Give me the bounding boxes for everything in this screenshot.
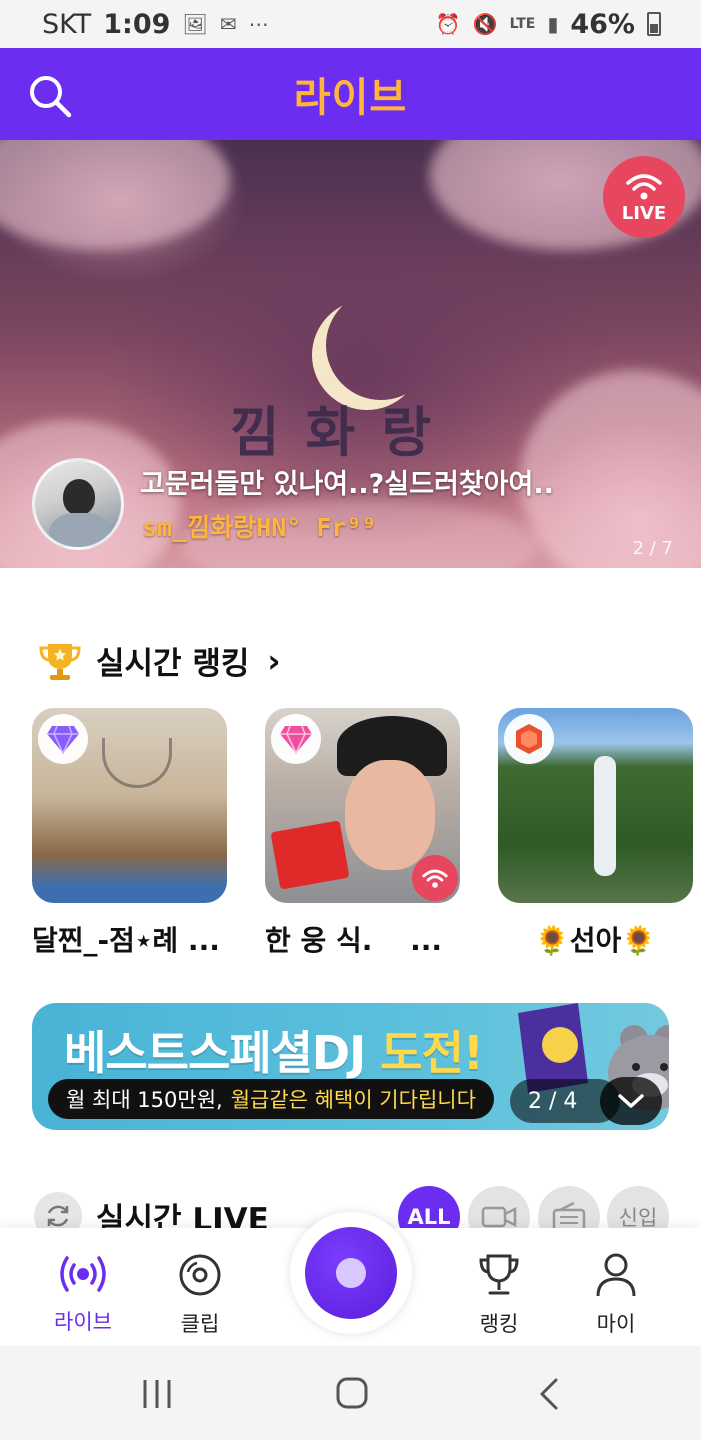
- status-bar-right: ⏰ 🔇 LTE ▮ 46%: [436, 9, 661, 40]
- gallery-notification-icon: 🖼: [182, 12, 208, 36]
- live-broadcast-icon: [60, 1256, 106, 1292]
- nav-clip-label: 클립: [180, 1312, 220, 1336]
- promo-subline-text: 월 최대 150만원,: [66, 1088, 223, 1112]
- page-title: 라이브: [293, 76, 408, 120]
- record-icon: [305, 1227, 397, 1319]
- mute-icon: 🔇: [472, 12, 498, 36]
- ranking-thumbnail: [265, 708, 460, 903]
- ranking-card[interactable]: 달찐_-점⋆례 ...: [32, 708, 227, 959]
- ranking-card[interactable]: 🌻선아🌻: [498, 708, 693, 959]
- nav-ranking-label: 랭킹: [479, 1312, 519, 1336]
- home-icon[interactable]: [332, 1376, 372, 1412]
- face-shape: [345, 760, 435, 870]
- ranking-thumbnail: [32, 708, 227, 903]
- trophy-icon: [479, 1254, 519, 1295]
- banner-page-indicator: 2 / 7: [632, 538, 673, 559]
- ranking-card[interactable]: 한 웅 식. ...: [265, 708, 460, 959]
- refresh-icon: [47, 1205, 69, 1227]
- live-signal-icon: [422, 869, 448, 888]
- nav-my-label: 마이: [596, 1312, 636, 1336]
- broadcast-title: 고문러들만 있나여..?실드러찾아여..: [140, 469, 554, 500]
- ranking-title: 실시간 랭킹: [96, 646, 250, 682]
- ranking-header[interactable]: 실시간 랭킹 ›: [38, 638, 281, 683]
- nav-clip[interactable]: 클립: [145, 1252, 255, 1338]
- promo-subline-highlight: 월급같은 혜택이 기다립니다: [230, 1088, 476, 1112]
- crescent-moon-image: [326, 290, 436, 400]
- record-dot: [336, 1258, 366, 1288]
- alarm-icon: ⏰: [435, 12, 461, 36]
- red-box-shape: [270, 820, 350, 890]
- battery-icon: [647, 12, 661, 36]
- bottom-navigation: 라이브 클립 랭킹 마이: [0, 1212, 701, 1346]
- featured-broadcast-banner[interactable]: 낌화랑 LIVE 고문러들만 있나여..?실드러찾아여.. sm_낌화랑HN° …: [0, 140, 701, 568]
- search-icon: [30, 76, 72, 118]
- start-broadcast-button[interactable]: [290, 1212, 412, 1334]
- camera-icon: [481, 1206, 517, 1228]
- chevron-right-icon: ›: [267, 641, 281, 680]
- app-header: 라이브: [0, 48, 701, 140]
- host-avatar[interactable]: [32, 458, 124, 550]
- red-gem-icon: [516, 724, 542, 754]
- live-label: LIVE: [621, 202, 667, 224]
- live-badge: LIVE: [603, 156, 685, 238]
- clock: 1:09: [103, 8, 171, 40]
- promo-subline: 월 최대 150만원, 월급같은 혜택이 기다립니다: [48, 1079, 494, 1119]
- pink-diamond-icon: [280, 725, 312, 754]
- promo-headline-text: 베스트스페셜DJ: [64, 1026, 366, 1080]
- status-bar: SKT 1:09 🖼 ✉ ⋯ ⏰ 🔇 LTE ▮ 46%: [0, 0, 701, 48]
- ranking-dj-name: 🌻선아🌻: [534, 924, 657, 957]
- trophy-icon: [39, 643, 81, 680]
- more-notifications-icon: ⋯: [248, 12, 269, 36]
- search-button[interactable]: [26, 72, 74, 120]
- rank-badge: [38, 714, 88, 764]
- ranking-dj-name: 한 웅 식. ...: [265, 924, 443, 957]
- cafe-decoration: [102, 738, 172, 788]
- promo-expand-button[interactable]: [600, 1077, 662, 1125]
- signal-icon: ▮: [547, 12, 559, 36]
- rank-badge: [504, 714, 554, 764]
- profile-icon: [596, 1253, 636, 1297]
- chevron-down-icon: [618, 1094, 644, 1108]
- back-icon[interactable]: [530, 1376, 570, 1412]
- network-type: LTE: [509, 16, 536, 32]
- promo-headline-highlight: 도전!: [380, 1026, 484, 1080]
- banner-artwork-text: 낌화랑: [230, 400, 458, 464]
- live-signal-icon: [626, 173, 662, 199]
- ranking-dj-name: 달찐_-점⋆례 ...: [32, 924, 220, 957]
- system-navigation-bar: [0, 1346, 701, 1440]
- clip-disc-icon: [179, 1254, 221, 1296]
- ranking-thumbnail: [498, 708, 693, 903]
- filter-all-label: ALL: [407, 1205, 451, 1229]
- cloud-decoration: [0, 140, 230, 250]
- nav-live-label: 라이브: [54, 1310, 112, 1334]
- promo-headline: 베스트스페셜DJ 도전!: [64, 1017, 484, 1083]
- nav-ranking[interactable]: 랭킹: [444, 1252, 554, 1338]
- nav-live[interactable]: 라이브: [28, 1252, 138, 1336]
- promo-banner[interactable]: 베스트스페셜DJ 도전! 월 최대 150만원, 월급같은 혜택이 기다립니다 …: [32, 1003, 669, 1130]
- carrier-label: SKT: [42, 8, 92, 40]
- status-bar-left: SKT 1:09 🖼 ✉ ⋯: [42, 9, 269, 40]
- live-indicator: [412, 855, 458, 901]
- nav-my[interactable]: 마이: [561, 1252, 671, 1338]
- rank-badge: [271, 714, 321, 764]
- battery-percent: 46%: [570, 8, 635, 40]
- notification-icon: ✉: [219, 12, 237, 36]
- recent-apps-icon[interactable]: [137, 1376, 177, 1412]
- person-shape: [594, 756, 616, 876]
- purple-diamond-icon: [47, 725, 79, 754]
- host-name: sm_낌화랑HN° Fr⁹⁹: [142, 513, 377, 542]
